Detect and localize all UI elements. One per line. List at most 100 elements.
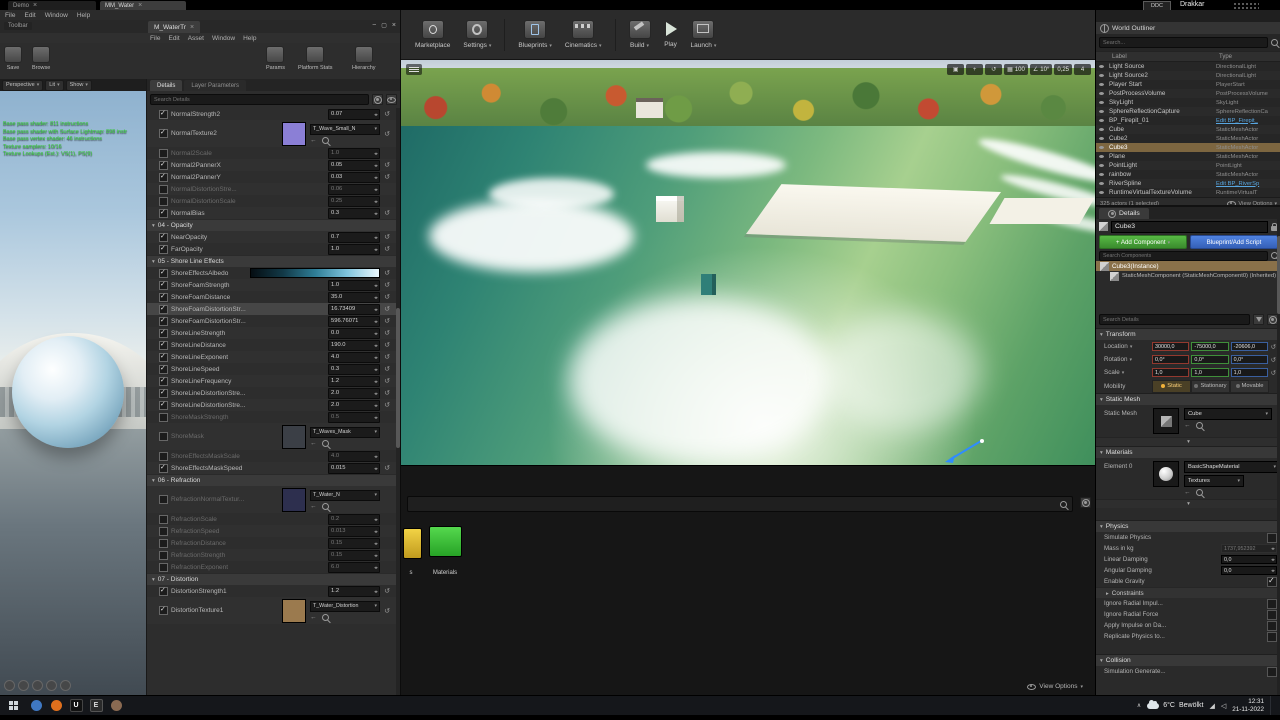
floating-cube-mesh[interactable]: [701, 274, 716, 295]
param-row[interactable]: Normal2PannerX 0.05: [147, 159, 400, 171]
reset-to-default-icon[interactable]: [382, 389, 392, 397]
menu-help[interactable]: Help: [243, 35, 256, 42]
param-override-checkbox[interactable]: [159, 128, 168, 138]
param-override-checkbox[interactable]: [159, 562, 168, 572]
param-row[interactable]: ShoreLineStrength 0.0: [147, 327, 400, 339]
param-row[interactable]: ShoreEffectsAlbedo: [147, 267, 400, 279]
spinner-icon[interactable]: [374, 294, 377, 301]
save-button[interactable]: Save: [4, 46, 22, 71]
use-selected-icon[interactable]: [310, 614, 317, 621]
constraints-subsection[interactable]: Constraints: [1096, 587, 1280, 598]
value-input[interactable]: 0.07: [328, 108, 380, 120]
flag-checkbox[interactable]: [1267, 631, 1277, 642]
preview-sphere-button[interactable]: [18, 680, 29, 691]
value-input[interactable]: 1.2: [328, 585, 380, 597]
value-input[interactable]: 2.0: [328, 399, 380, 411]
param-override-checkbox[interactable]: [159, 292, 168, 302]
z-value-input[interactable]: 0,0°: [1230, 355, 1268, 364]
actor-name-input[interactable]: [1111, 220, 1268, 233]
outliner-row[interactable]: Cube3 StaticMeshActor: [1096, 143, 1280, 152]
viewport-options-icon[interactable]: [406, 64, 422, 75]
param-row[interactable]: 05 - Shore Line Effects: [147, 255, 400, 267]
physics-checkbox[interactable]: [1267, 532, 1277, 543]
spinner-icon[interactable]: [374, 306, 377, 313]
browse-asset-icon[interactable]: [321, 439, 329, 447]
flag-checkbox[interactable]: [1267, 598, 1277, 609]
param-override-checkbox[interactable]: [159, 463, 168, 473]
param-override-checkbox[interactable]: [159, 514, 168, 524]
spinner-icon[interactable]: [374, 342, 377, 349]
param-override-checkbox[interactable]: [159, 232, 168, 242]
param-override-checkbox[interactable]: [159, 586, 168, 596]
spinner-icon[interactable]: [374, 453, 377, 460]
menu-window[interactable]: Window: [212, 35, 235, 42]
material-thumbnail[interactable]: [1153, 461, 1179, 487]
param-row[interactable]: ShoreMaskStrength 0.5: [147, 411, 400, 423]
reset-to-default-icon[interactable]: [382, 377, 392, 385]
spinner-icon[interactable]: [1271, 557, 1274, 563]
preview-mesh-button[interactable]: [60, 680, 71, 691]
param-override-checkbox[interactable]: [159, 280, 168, 290]
white-platform-mesh[interactable]: [989, 198, 1095, 224]
y-value-input[interactable]: 0,0°: [1191, 355, 1229, 364]
visibility-eye-icon[interactable]: [1099, 191, 1109, 194]
transform-row-label[interactable]: Scale: [1104, 369, 1152, 376]
param-row[interactable]: NormalDistortionScale 0.25: [147, 195, 400, 207]
value-input[interactable]: 0.2: [328, 513, 380, 525]
value-input[interactable]: 596.76071: [328, 315, 380, 327]
outliner-row[interactable]: RiverSpline Edit BP_RiverSp: [1096, 179, 1280, 188]
outliner-row[interactable]: rainbow StaticMeshActor: [1096, 170, 1280, 179]
window-tab-mm-water[interactable]: MM_Water: [100, 1, 186, 10]
menu-edit[interactable]: Edit: [24, 12, 35, 19]
menu-window[interactable]: Window: [45, 12, 68, 19]
param-row[interactable]: 06 - Refraction: [147, 474, 400, 486]
param-override-checkbox[interactable]: [159, 451, 168, 461]
param-override-checkbox[interactable]: [159, 550, 168, 560]
blueprints-button[interactable]: Blueprints: [518, 20, 551, 49]
value-input[interactable]: 0.05: [328, 159, 380, 171]
visibility-eye-icon[interactable]: [1099, 83, 1109, 86]
materials-section-header[interactable]: Materials: [1096, 446, 1280, 458]
param-row[interactable]: RefractionScale 0.2: [147, 513, 400, 525]
component-tree-root[interactable]: Cube3(Instance): [1096, 261, 1280, 271]
param-row[interactable]: DistortionStrength1 1.2: [147, 585, 400, 597]
window-tab-demo[interactable]: Demo: [8, 1, 96, 10]
menu-help[interactable]: Help: [77, 12, 90, 19]
use-selected-icon[interactable]: [1184, 489, 1191, 496]
close-tab-icon[interactable]: [190, 24, 194, 31]
tab-details[interactable]: Details: [150, 80, 183, 91]
param-row[interactable]: ShoreMask T_Waves_Mask ▾ ←: [147, 423, 400, 450]
spinner-icon[interactable]: [374, 552, 377, 559]
rotation-snap-toggle[interactable]: ∠ 10°: [1029, 64, 1053, 75]
visibility-eye-icon[interactable]: [1099, 155, 1109, 158]
param-row[interactable]: 07 - Distortion: [147, 573, 400, 585]
reset-to-default-icon[interactable]: [382, 464, 392, 472]
collision-section-header[interactable]: Collision: [1096, 654, 1280, 666]
param-override-checkbox[interactable]: [159, 376, 168, 386]
spinner-icon[interactable]: [374, 330, 377, 337]
browse-asset-icon[interactable]: [1195, 422, 1203, 429]
y-value-input[interactable]: 1,0: [1191, 368, 1229, 377]
physics-section-header[interactable]: Physics: [1096, 520, 1280, 532]
param-override-checkbox[interactable]: [159, 244, 168, 254]
section-arrow-icon[interactable]: [152, 577, 155, 583]
param-override-checkbox[interactable]: [159, 538, 168, 548]
param-override-checkbox[interactable]: [159, 352, 168, 362]
tray-expand-icon[interactable]: ∧: [1137, 702, 1141, 709]
filter-button[interactable]: [1253, 314, 1264, 325]
menu-edit[interactable]: Edit: [168, 35, 179, 42]
spinner-icon[interactable]: [374, 198, 377, 205]
scale-snap-toggle[interactable]: 0,25: [1054, 64, 1072, 75]
value-input[interactable]: 0.06: [328, 183, 380, 195]
visibility-filter-icon[interactable]: [386, 94, 397, 105]
show-desktop-button[interactable]: [1270, 696, 1276, 715]
column-type[interactable]: Type: [1219, 54, 1280, 60]
visibility-eye-icon[interactable]: [1099, 92, 1109, 95]
build-button[interactable]: Build: [628, 20, 651, 49]
platform-stats-button[interactable]: Platform Stats: [298, 46, 333, 71]
param-override-checkbox[interactable]: [159, 160, 168, 170]
param-row[interactable]: ShoreLineDistortionStre... 2.0: [147, 387, 400, 399]
outliner-row[interactable]: Cube2 StaticMeshActor: [1096, 134, 1280, 143]
param-override-checkbox[interactable]: [159, 526, 168, 536]
texture-dropdown[interactable]: T_Water_Distortion: [310, 600, 380, 612]
